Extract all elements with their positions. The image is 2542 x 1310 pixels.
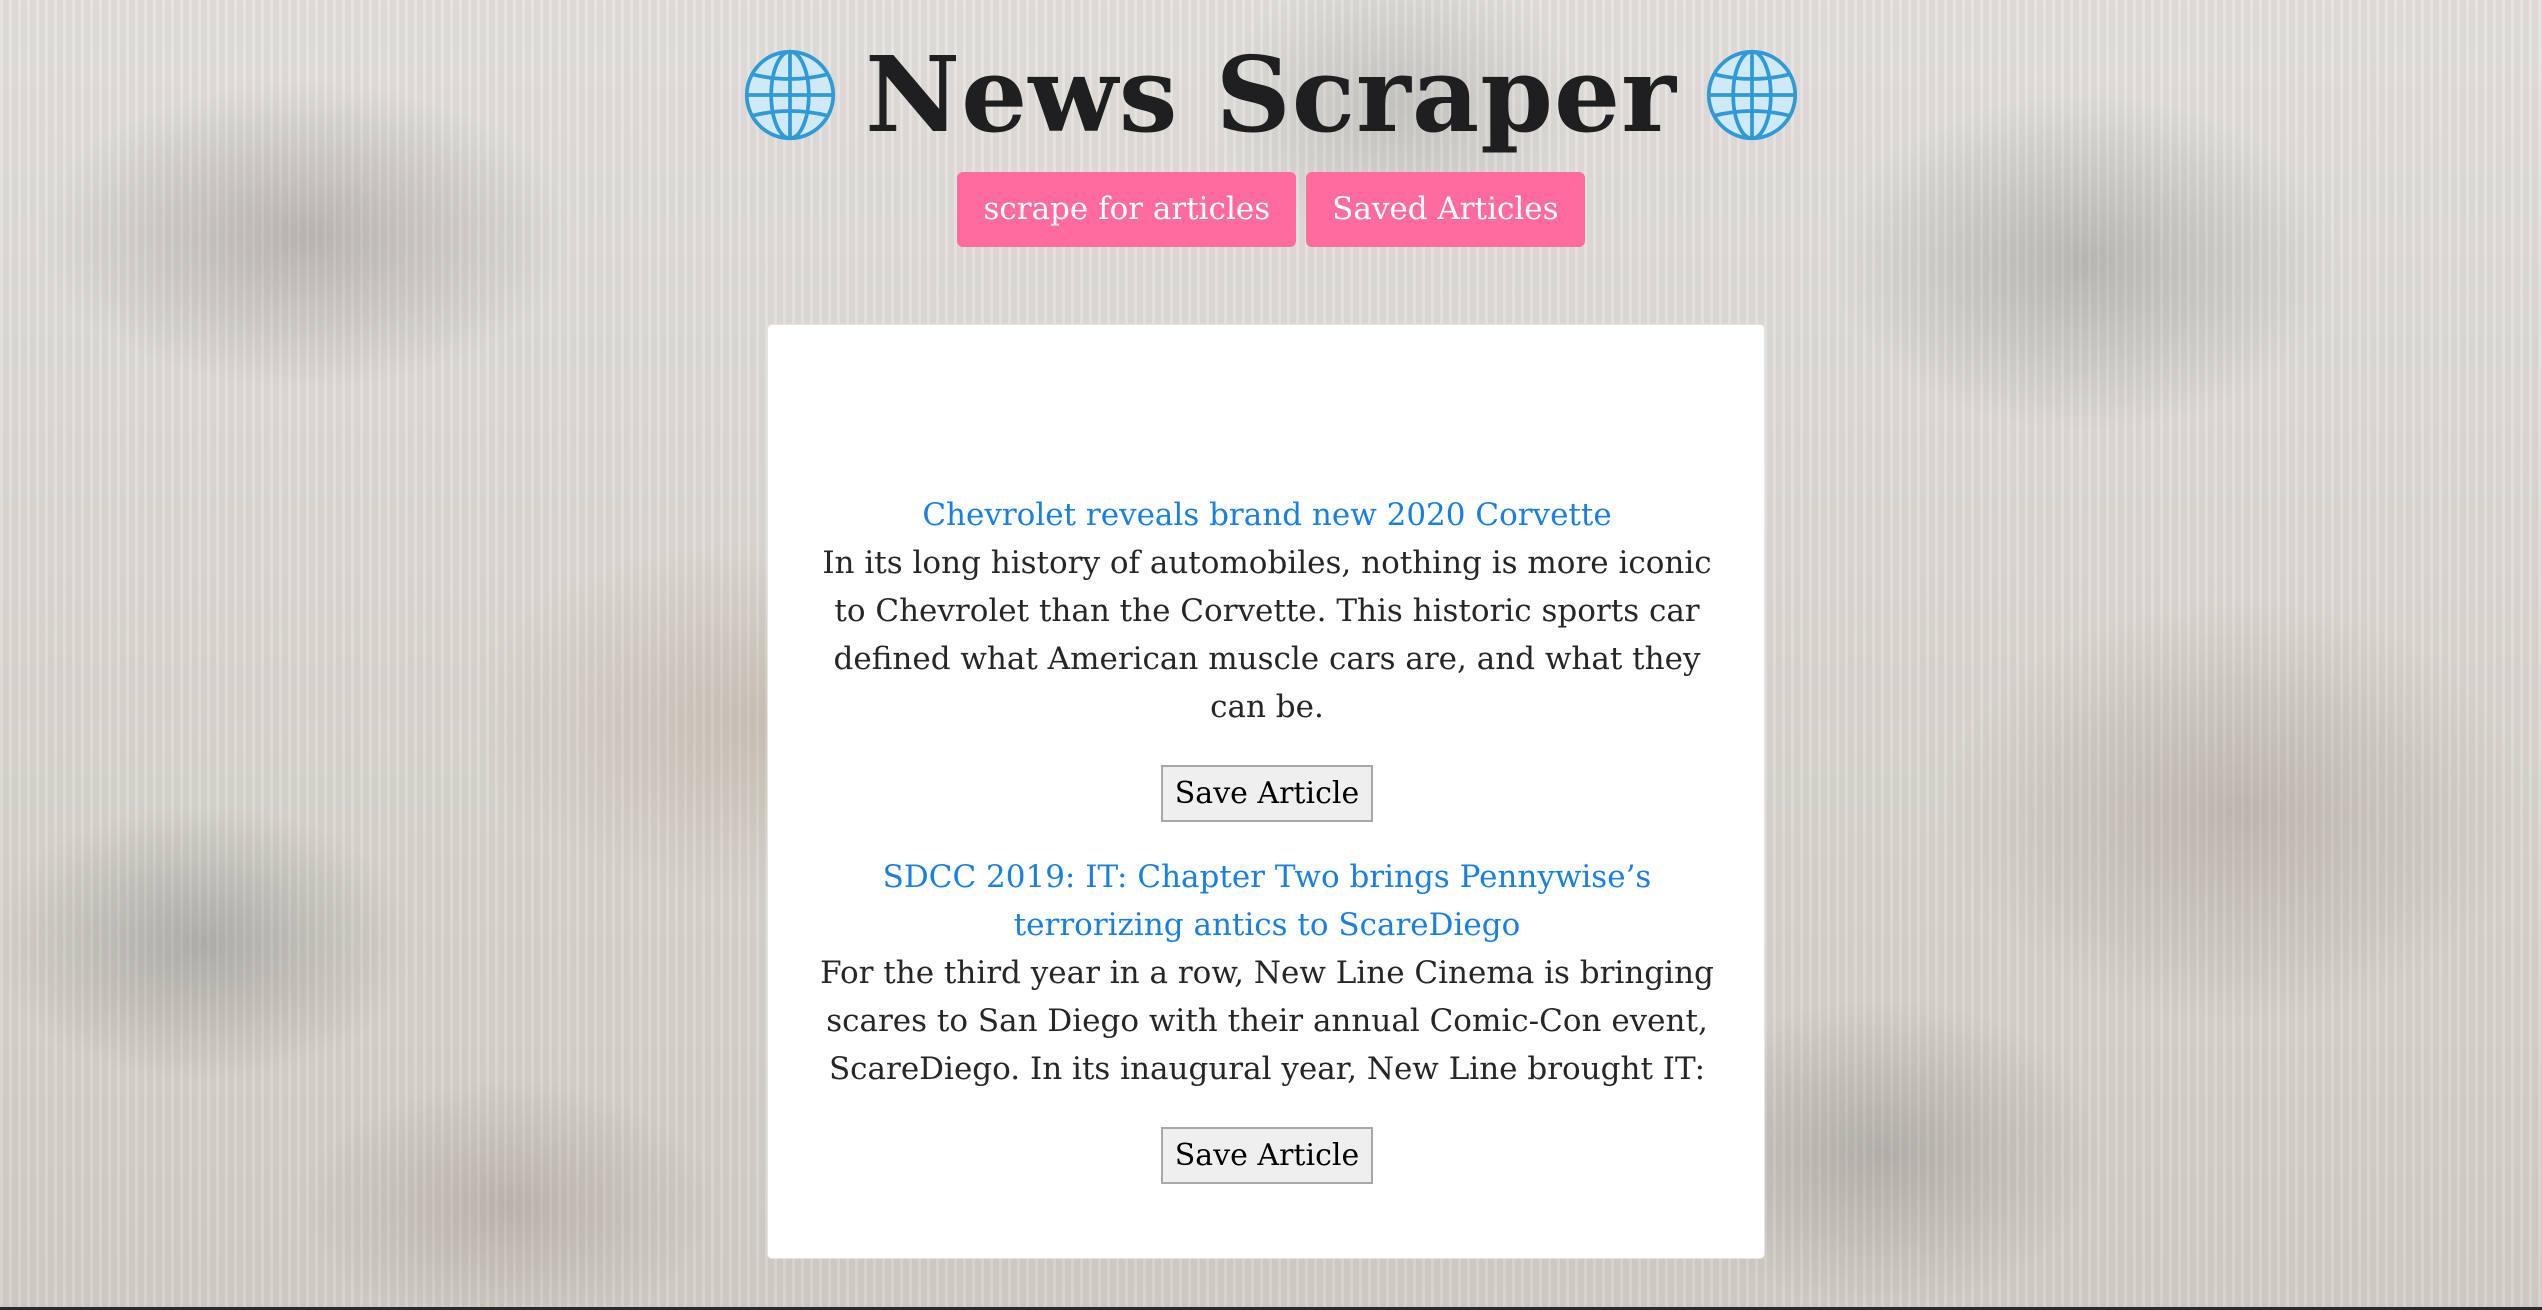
article-summary: In its long history of automobiles, noth… [822,545,1712,725]
save-article-button[interactable]: Save Article [1160,765,1374,822]
page-header: News Scraper [0,40,2542,150]
nav-bar: scrape for articles Saved Articles [0,172,2542,247]
page-title: News Scraper [865,33,1677,156]
scrape-button[interactable]: scrape for articles [957,172,1297,247]
saved-articles-button[interactable]: Saved Articles [1306,172,1585,247]
globe-icon [744,49,836,141]
globe-icon [1706,49,1798,141]
articles-card: Chevrolet reveals brand new 2020 Corvett… [767,324,1765,1259]
save-article-button[interactable]: Save Article [1160,1127,1374,1184]
article-title-link[interactable]: SDCC 2019: IT: Chapter Two brings Pennyw… [808,853,1726,949]
page-title-row: News Scraper [743,40,1799,150]
article-item: SDCC 2019: IT: Chapter Two brings Pennyw… [808,853,1726,1184]
article-summary: For the third year in a row, New Line Ci… [820,955,1714,1087]
article-title-link[interactable]: Chevrolet reveals brand new 2020 Corvett… [808,491,1726,539]
article-item: Chevrolet reveals brand new 2020 Corvett… [808,491,1726,822]
